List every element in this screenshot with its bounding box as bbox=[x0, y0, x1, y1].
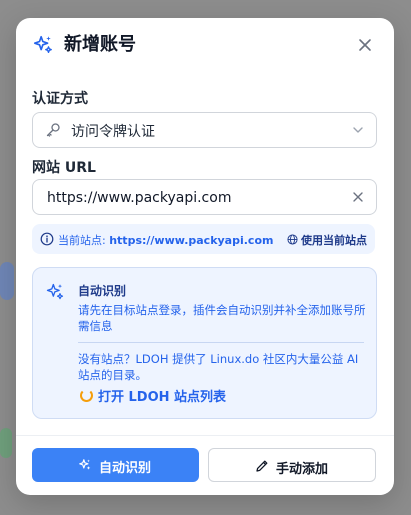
footer-divider bbox=[16, 435, 394, 436]
use-current-site-button[interactable]: 使用当前站点 bbox=[287, 232, 367, 248]
open-ldoh-link[interactable]: 打开 LDOH 站点列表 bbox=[98, 386, 226, 405]
background-shape bbox=[0, 428, 12, 458]
site-url-input[interactable] bbox=[45, 180, 349, 216]
chevron-down-icon bbox=[353, 127, 363, 133]
auto-detect-title: 自动识别 bbox=[78, 284, 127, 298]
dialog-title: 新增账号 bbox=[64, 34, 136, 55]
auto-detect-button[interactable]: 自动识别 bbox=[32, 448, 199, 482]
background-shape bbox=[0, 262, 14, 300]
add-account-dialog: 新增账号 认证方式 访问令牌认证 网站 URL 当前站点: https://ww… bbox=[16, 18, 394, 495]
auth-method-value: 访问令牌认证 bbox=[71, 124, 155, 140]
current-site-value: https://www.packyapi.com bbox=[109, 234, 274, 247]
sparkles-icon bbox=[46, 283, 64, 300]
manual-add-button[interactable]: 手动添加 bbox=[208, 448, 376, 482]
current-site-banner: 当前站点: https://www.packyapi.com 使用当前站点 bbox=[32, 224, 375, 254]
globe-icon bbox=[287, 234, 298, 245]
auto-detect-card: 自动识别 请先在目标站点登录，插件会自动识别并补全添加账号所需信息 没有站点？L… bbox=[32, 267, 377, 419]
divider bbox=[78, 342, 364, 343]
sparkles-icon bbox=[79, 459, 91, 470]
auto-detect-description: 请先在目标站点登录，插件会自动识别并补全添加账号所需信息 bbox=[78, 303, 366, 333]
close-icon[interactable] bbox=[356, 36, 374, 54]
manual-add-button-label: 手动添加 bbox=[276, 462, 329, 477]
info-icon bbox=[40, 232, 54, 246]
pencil-icon bbox=[256, 460, 268, 472]
auto-detect-button-label: 自动识别 bbox=[99, 461, 152, 476]
loading-spinner-icon bbox=[80, 389, 93, 402]
auth-method-label: 认证方式 bbox=[32, 91, 88, 107]
current-site-text: 当前站点: https://www.packyapi.com bbox=[58, 232, 273, 248]
key-icon bbox=[46, 123, 60, 137]
auth-method-select[interactable]: 访问令牌认证 bbox=[32, 112, 377, 148]
use-current-site-label: 使用当前站点 bbox=[301, 234, 367, 247]
current-site-label: 当前站点: bbox=[58, 234, 106, 247]
site-url-field bbox=[32, 179, 377, 216]
clear-icon[interactable] bbox=[352, 191, 364, 203]
ldoh-note: 没有站点？LDOH 提供了 Linux.do 社区内大量公益 AI 站点的目录。 bbox=[78, 352, 359, 382]
site-url-label: 网站 URL bbox=[32, 160, 96, 176]
dialog-header: 新增账号 bbox=[16, 18, 394, 76]
sparkles-icon bbox=[33, 35, 52, 54]
